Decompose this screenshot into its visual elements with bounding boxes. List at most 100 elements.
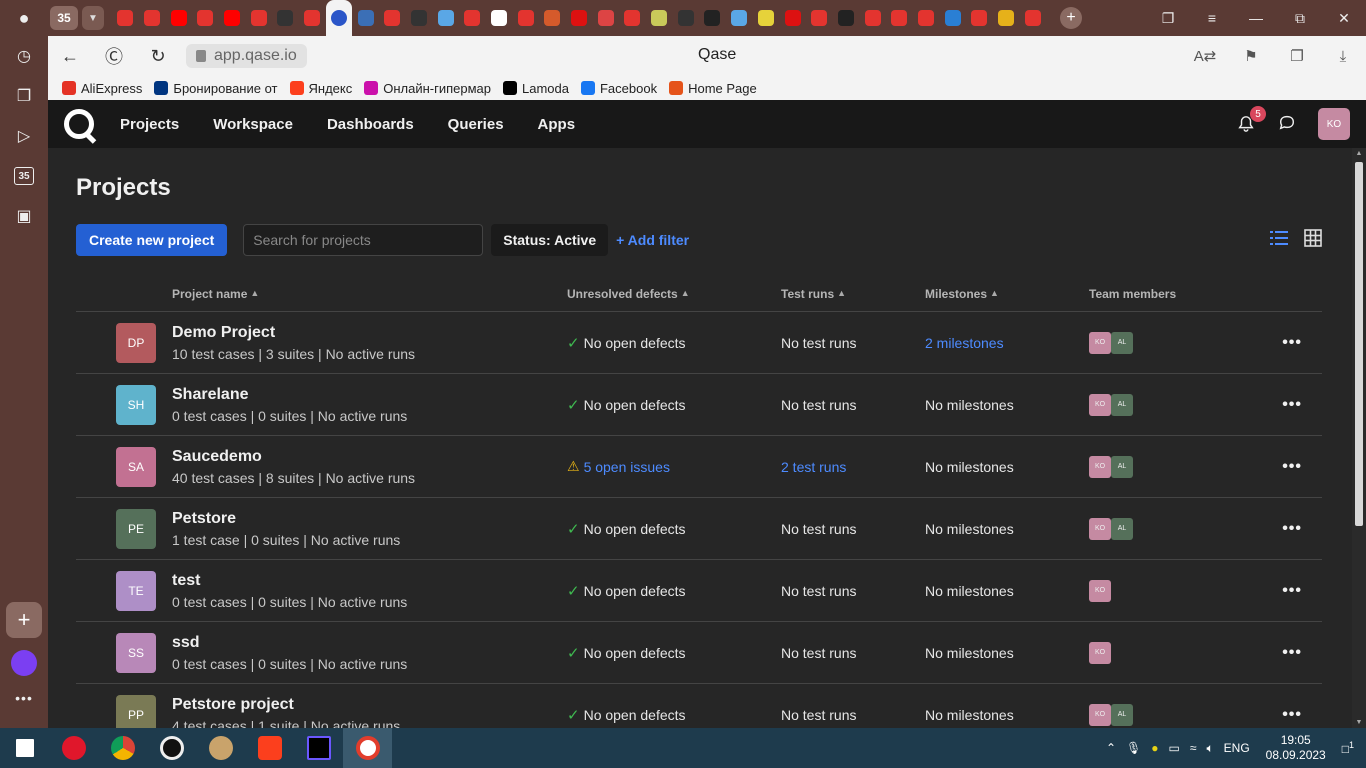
search-input[interactable] — [243, 224, 484, 256]
add-filter-link[interactable]: + Add filter — [616, 232, 689, 248]
row-actions-menu-icon[interactable]: ••• — [1282, 582, 1302, 600]
calendar-icon[interactable]: 35 — [0, 156, 48, 196]
header-runs[interactable]: Test runs ▲︎ — [781, 287, 925, 301]
project-name-link[interactable]: Sharelane — [172, 386, 567, 404]
scroll-down-icon[interactable]: ▼ — [1355, 719, 1363, 726]
browser-tab[interactable] — [112, 0, 139, 36]
team-member-avatar[interactable]: KO — [1089, 331, 1111, 354]
scrollbar-thumb[interactable] — [1355, 162, 1363, 526]
nav-workspace[interactable]: Workspace — [213, 116, 293, 133]
qase-logo-icon[interactable] — [64, 109, 94, 139]
browser-tab[interactable] — [592, 0, 619, 36]
paint-icon[interactable] — [196, 728, 245, 768]
bookmark-item[interactable]: AliExpress — [62, 81, 142, 96]
browser-tab[interactable] — [352, 0, 379, 36]
project-name-link[interactable]: Demo Project — [172, 324, 567, 342]
tabs-dropdown-icon[interactable]: ▼ — [82, 6, 104, 30]
wifi-icon[interactable]: ≈ — [1190, 741, 1197, 755]
browser-tab[interactable] — [459, 0, 486, 36]
header-project-name[interactable]: Project name ▲︎ — [172, 287, 567, 301]
menu-icon[interactable]: ≡ — [1190, 0, 1234, 36]
project-avatar[interactable]: SA — [116, 446, 156, 487]
defects-status[interactable]: 5 open issues — [584, 459, 670, 475]
browser-tab[interactable] — [299, 0, 326, 36]
table-row[interactable]: SA Saucedemo 40 test cases | 8 suites | No… — [76, 436, 1322, 498]
language-indicator[interactable]: ENG — [1224, 741, 1250, 755]
history-icon[interactable]: ◷ — [0, 36, 48, 76]
video-icon[interactable]: ▷ — [0, 116, 48, 156]
more-icon[interactable]: ••• — [0, 690, 48, 706]
row-actions-menu-icon[interactable]: ••• — [1282, 396, 1302, 414]
status-filter-button[interactable]: Status: Active — [491, 224, 609, 256]
team-member-avatar[interactable]: AL — [1111, 393, 1133, 416]
project-avatar[interactable]: PP — [116, 694, 156, 728]
team-member-avatar[interactable]: AL — [1111, 517, 1133, 540]
browser-tab[interactable] — [539, 0, 566, 36]
battery-icon[interactable]: ▭ — [1169, 741, 1180, 755]
project-name-link[interactable]: Petstore — [172, 510, 567, 528]
team-member-avatar[interactable]: KO — [1089, 455, 1111, 478]
browser-tab[interactable] — [939, 0, 966, 36]
browser-tab[interactable] — [806, 0, 833, 36]
project-name-link[interactable]: Saucedemo — [172, 448, 567, 466]
header-defects[interactable]: Unresolved defects ▲︎ — [567, 287, 781, 301]
back-icon[interactable]: ← — [48, 36, 92, 76]
bookmark-item[interactable]: Онлайн-гипермар — [364, 81, 491, 96]
team-member-avatar[interactable]: AL — [1111, 703, 1133, 726]
table-row[interactable]: TE test 0 test cases | 0 suites | No activ… — [76, 560, 1322, 622]
url-field[interactable]: app.qase.io — [186, 44, 307, 68]
minimize-icon[interactable]: — — [1234, 0, 1278, 36]
notification-center-icon[interactable]: □1 — [1342, 740, 1354, 756]
tab-count-button[interactable]: 35 — [50, 6, 78, 30]
browser-tab[interactable] — [913, 0, 940, 36]
opera-icon[interactable] — [49, 728, 98, 768]
browser-tab[interactable] — [566, 0, 593, 36]
team-member-avatar[interactable]: KO — [1089, 703, 1111, 726]
browser-tab[interactable] — [619, 0, 646, 36]
browser-tab[interactable] — [272, 0, 299, 36]
page-scrollbar[interactable]: ▲ ▼ — [1352, 148, 1366, 728]
project-name-link[interactable]: Petstore project — [172, 696, 567, 714]
add-panel-button[interactable]: + — [6, 602, 42, 638]
notifications-bell-icon[interactable]: 5 — [1236, 106, 1266, 134]
row-actions-menu-icon[interactable]: ••• — [1282, 644, 1302, 662]
table-row[interactable]: PP Petstore project 4 test cases | 1 suite… — [76, 684, 1322, 728]
download-icon[interactable]: ⤓ — [1320, 36, 1366, 76]
table-row[interactable]: SS ssd 0 test cases | 0 suites | No active… — [76, 622, 1322, 684]
nav-apps[interactable]: Apps — [538, 116, 576, 133]
alice-assistant-icon[interactable] — [11, 650, 37, 676]
volume-icon[interactable]: 🔈︎ — [1206, 741, 1213, 756]
extensions-icon[interactable]: ❐ — [1274, 36, 1320, 76]
browser-tab[interactable] — [139, 0, 166, 36]
intellij-icon[interactable] — [294, 728, 343, 768]
browser-tab[interactable] — [672, 0, 699, 36]
browser-tab[interactable] — [859, 0, 886, 36]
browser-tab[interactable] — [165, 0, 192, 36]
create-project-button[interactable]: Create new project — [76, 224, 228, 256]
profile-icon[interactable]: ● — [0, 0, 48, 36]
team-member-avatar[interactable]: KO — [1089, 393, 1111, 416]
nav-queries[interactable]: Queries — [448, 116, 504, 133]
bookmark-item[interactable]: Lamoda — [503, 81, 569, 96]
translate-icon[interactable]: A⇄ — [1182, 36, 1228, 76]
tray-expand-icon[interactable]: ⌃ — [1106, 741, 1116, 755]
team-member-avatar[interactable]: KO — [1089, 579, 1111, 602]
table-row[interactable]: SH Sharelane 0 test cases | 0 suites | No … — [76, 374, 1322, 436]
recorder-icon[interactable] — [147, 728, 196, 768]
grid-view-icon[interactable] — [1304, 228, 1322, 252]
bookmark-icon[interactable]: ⚑ — [1228, 36, 1274, 76]
clock[interactable]: 19:05 08.09.2023 — [1266, 733, 1326, 763]
project-avatar[interactable]: SS — [116, 632, 156, 673]
team-member-avatar[interactable]: KO — [1089, 641, 1111, 664]
chrome-icon[interactable] — [98, 728, 147, 768]
row-actions-menu-icon[interactable]: ••• — [1282, 458, 1302, 476]
milestones-cell[interactable]: 2 milestones — [925, 335, 1089, 351]
project-avatar[interactable]: TE — [116, 570, 156, 611]
chat-icon[interactable] — [1278, 113, 1296, 136]
browser-tab[interactable] — [219, 0, 246, 36]
browser-tab[interactable] — [1019, 0, 1046, 36]
collections-icon[interactable]: ❐ — [1146, 0, 1190, 36]
browser-tab[interactable] — [833, 0, 860, 36]
row-actions-menu-icon[interactable]: ••• — [1282, 706, 1302, 724]
collections-panel-icon[interactable]: ❐ — [0, 76, 48, 116]
